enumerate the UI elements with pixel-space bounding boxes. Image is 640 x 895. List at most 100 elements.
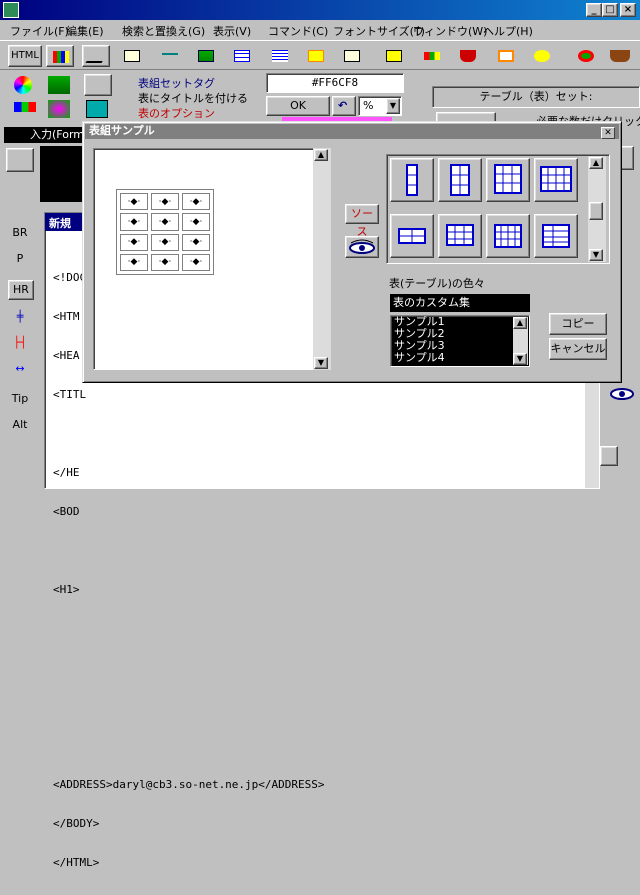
alt-button[interactable]: Alt [0, 418, 40, 431]
layout-wide-table-icon[interactable] [534, 214, 578, 258]
bulb-button[interactable] [528, 45, 556, 67]
scroll-up-icon[interactable]: ▲ [314, 149, 328, 161]
undo-button[interactable]: ↶ [332, 96, 356, 116]
menu-font-size[interactable]: フォントサイズ(T) [333, 23, 425, 39]
list-button[interactable] [266, 45, 294, 67]
scroll-up-icon[interactable]: ▲ [513, 317, 527, 329]
code-line: <TITL [53, 388, 87, 401]
door-icon [6, 148, 34, 172]
hr-tag-button[interactable]: HR [8, 280, 34, 300]
target-button[interactable] [572, 45, 600, 67]
menu-view[interactable]: 表示(V) [213, 23, 251, 39]
layout-picker-scrollbar[interactable]: ▲ ▼ [588, 156, 606, 262]
preview-scrollbar[interactable]: ▲ ▼ [313, 148, 331, 370]
dialog-close-button[interactable]: ✕ [601, 127, 615, 139]
scroll-thumb[interactable] [589, 202, 603, 220]
copy-icon[interactable] [86, 100, 108, 118]
cup-button[interactable] [454, 45, 482, 67]
table-option-link[interactable]: 表のオプション [138, 106, 248, 121]
exit-door-button[interactable] [6, 148, 40, 176]
br-button[interactable]: BR [0, 226, 40, 239]
picture-button[interactable] [192, 45, 220, 67]
p-button[interactable]: P [0, 252, 40, 265]
layout-4col-icon[interactable] [534, 158, 578, 202]
picture-icon[interactable] [48, 76, 70, 94]
close-x-button[interactable] [600, 446, 618, 466]
color-hex-field[interactable]: #FF6CF8 [266, 73, 404, 93]
tip-button[interactable]: Tip [0, 392, 40, 405]
code-line: <ADDRESS>daryl@cb3.so-net.ne.jp</ADDRESS… [53, 778, 325, 791]
sample-list-scrollbar[interactable]: ▲ ▼ [513, 317, 528, 365]
scroll-down-icon[interactable]: ▼ [314, 357, 328, 369]
frame-button[interactable] [338, 45, 366, 67]
bulb-icon [534, 50, 550, 62]
stretch-icon[interactable]: ↔ [0, 362, 40, 375]
preview-cell: ·◆· [120, 233, 148, 251]
custom-set-field[interactable]: 表のカスタム集 [390, 294, 530, 312]
layout-header-2col-icon[interactable] [390, 214, 434, 258]
menu-help[interactable]: ヘルプ(H) [483, 23, 533, 39]
layer-button[interactable] [492, 45, 520, 67]
code-line: </HE [53, 466, 80, 479]
layout-header-4col-icon[interactable] [486, 214, 530, 258]
menu-file[interactable]: ファイル(F) [10, 23, 69, 39]
preview-cell: ·◆· [151, 213, 179, 231]
table-button[interactable] [228, 45, 256, 67]
frame-icon [344, 50, 360, 62]
layout-2col-icon[interactable] [438, 158, 482, 202]
sample-listbox[interactable]: サンプル1 サンプル2 サンプル3 サンプル4 [390, 315, 530, 367]
form-button[interactable] [302, 45, 330, 67]
ok-button[interactable]: OK [266, 96, 330, 116]
menu-edit[interactable]: 編集(E) [66, 23, 104, 39]
yellow-box-button[interactable] [380, 45, 408, 67]
html-button[interactable]: HTML [8, 45, 42, 67]
close-button[interactable]: × [620, 3, 636, 17]
menu-window[interactable]: ウィンドウ(W) [413, 23, 487, 39]
chevron-down-icon[interactable]: ▼ [386, 98, 400, 114]
menu-command[interactable]: コマンド(C) [268, 23, 328, 39]
palette-icon[interactable] [14, 76, 32, 94]
preview-cell: ·◆· [182, 213, 210, 231]
menu-bar: ファイル(F) 編集(E) 検索と置換え(G) 表示(V) コマンド(C) フォ… [0, 20, 640, 40]
layout-header-3col-icon[interactable] [438, 214, 482, 258]
table-set-tag-link[interactable]: 表組セットタグ [138, 76, 248, 91]
preview-cell: ·◆· [182, 253, 210, 271]
color-grid-button[interactable] [46, 45, 74, 67]
play-arrows-icon[interactable] [14, 102, 36, 112]
view-button[interactable] [345, 236, 379, 258]
minimize-button[interactable]: _ [586, 3, 602, 17]
layout-3col-icon[interactable] [486, 158, 530, 202]
preview-cell: ·◆· [151, 233, 179, 251]
copy-button[interactable]: コピー [549, 313, 607, 335]
color-dots-button[interactable] [418, 45, 446, 67]
percent-select[interactable]: % ▼ [358, 96, 402, 116]
menu-search-replace[interactable]: 検索と置換え(G) [122, 23, 205, 39]
layout-1col-icon[interactable] [390, 158, 434, 202]
align-center-icon[interactable]: ╪ [0, 310, 40, 323]
pen-button[interactable] [82, 45, 110, 67]
maximize-button[interactable]: □ [602, 3, 618, 17]
flower-icon[interactable] [48, 100, 70, 118]
cancel-button[interactable]: キャンセル [549, 338, 607, 360]
landscape-icon [198, 50, 214, 62]
edit-icon[interactable] [84, 74, 112, 96]
color-dots-icon [424, 52, 440, 60]
scroll-up-icon[interactable]: ▲ [589, 157, 603, 169]
eye-icon[interactable] [608, 386, 636, 402]
scroll-down-icon[interactable]: ▼ [589, 249, 603, 261]
app-icon[interactable] [3, 2, 19, 18]
source-button[interactable]: ソース [345, 204, 379, 238]
width-icon[interactable]: ├┤ [0, 336, 40, 349]
code-line: </HTML> [53, 856, 100, 869]
list-item[interactable]: サンプル4 [391, 352, 529, 364]
cup-icon [460, 50, 476, 62]
editor-title-bar: 新規 [45, 213, 85, 231]
table-title-link[interactable]: 表にタイトルを付ける [138, 91, 248, 106]
table-icon [234, 50, 250, 62]
hr-button[interactable] [156, 45, 184, 67]
image-button[interactable] [118, 45, 146, 67]
scroll-down-icon[interactable]: ▼ [513, 353, 527, 365]
code-line: <H1> [53, 583, 80, 596]
coffee-button[interactable] [604, 45, 636, 67]
